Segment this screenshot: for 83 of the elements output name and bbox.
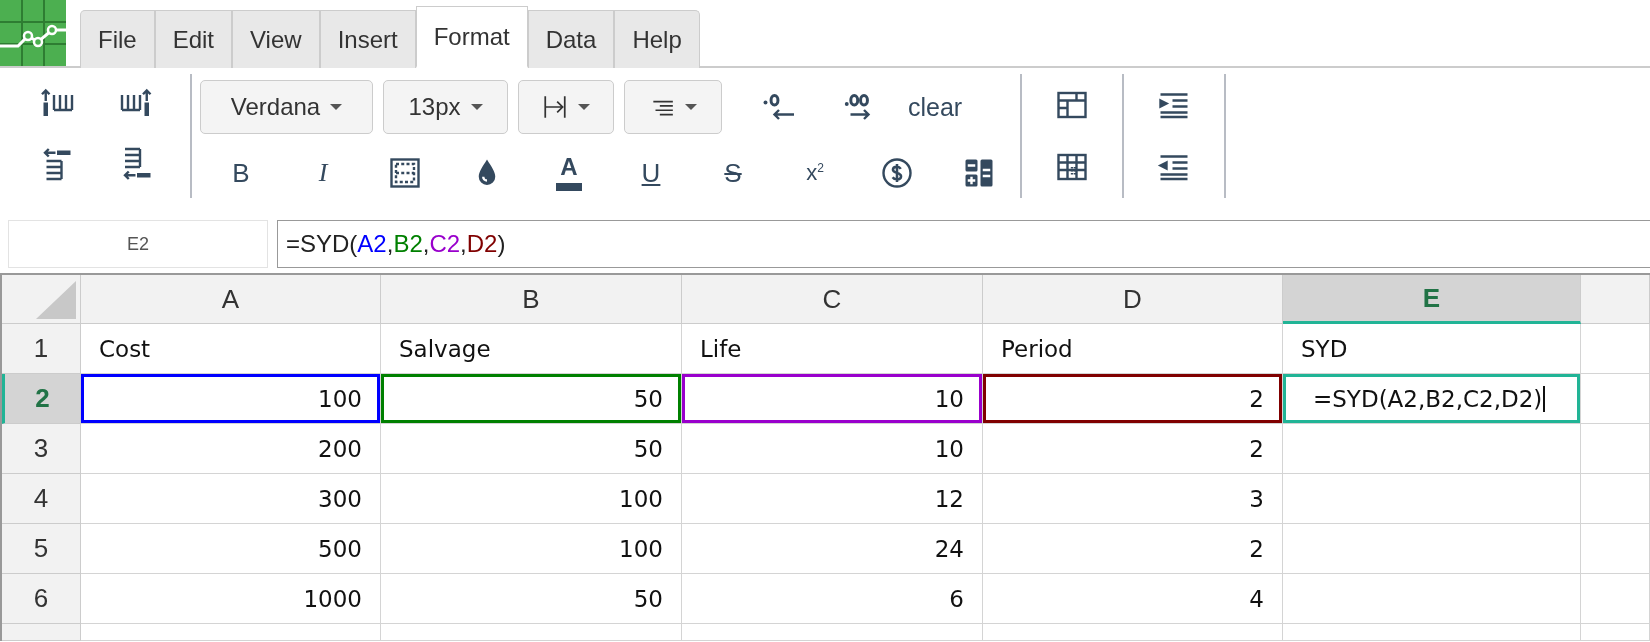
column-header[interactable]: C: [682, 275, 983, 324]
currency-icon[interactable]: [879, 155, 915, 191]
strikethrough-button[interactable]: S: [720, 160, 746, 186]
clear-button[interactable]: clear: [902, 92, 969, 122]
row-header[interactable]: 4: [2, 474, 81, 524]
table-cell[interactable]: [381, 624, 682, 641]
table-cell[interactable]: 50: [381, 424, 682, 474]
table-cell[interactable]: 12: [682, 474, 983, 524]
table-cell[interactable]: [1283, 624, 1581, 641]
italic-button[interactable]: I: [314, 160, 332, 186]
row-header[interactable]: 2: [2, 374, 81, 424]
table-cell[interactable]: [81, 624, 381, 641]
menu-tab[interactable]: Edit: [154, 10, 233, 68]
table-cell[interactable]: Period: [983, 324, 1283, 374]
underline-button[interactable]: U: [637, 160, 665, 186]
table-cell[interactable]: 10: [682, 424, 983, 474]
table-cell[interactable]: SYD: [1283, 324, 1581, 374]
menu-tab[interactable]: Data: [527, 10, 615, 68]
table-cell[interactable]: [1581, 324, 1650, 374]
column-header[interactable]: A: [81, 275, 381, 324]
align-dropdown[interactable]: [624, 80, 722, 134]
table-cell[interactable]: 200: [81, 424, 381, 474]
border-dropdown[interactable]: [518, 80, 614, 134]
table-cell[interactable]: 100: [381, 524, 682, 574]
table-cell[interactable]: Cost: [81, 324, 381, 374]
column-header[interactable]: D: [983, 275, 1283, 324]
menu-tab[interactable]: Insert: [319, 10, 416, 68]
row-header[interactable]: 6: [2, 574, 81, 624]
row-header[interactable]: [2, 624, 81, 641]
table-cell[interactable]: [1283, 424, 1581, 474]
formula-input[interactable]: =SYD(A2,B2,C2,D2): [277, 220, 1650, 268]
table-cell[interactable]: 50: [381, 374, 682, 424]
caret-icon: [330, 104, 343, 110]
menu-tab[interactable]: Format: [415, 6, 528, 68]
column-header[interactable]: [1581, 275, 1650, 324]
caret-icon: [470, 104, 483, 110]
table-cell[interactable]: 50: [381, 574, 682, 624]
table-cell[interactable]: [1581, 474, 1650, 524]
table-cell[interactable]: [1581, 374, 1650, 424]
table-cell[interactable]: 2: [983, 374, 1283, 424]
table-cell[interactable]: [1581, 424, 1650, 474]
caret-icon: [578, 104, 590, 110]
column-header[interactable]: E: [1283, 275, 1581, 324]
caret-icon: [685, 104, 697, 110]
table-cell[interactable]: 24: [682, 524, 983, 574]
table-cell[interactable]: 3: [983, 474, 1283, 524]
table-cell[interactable]: [682, 624, 983, 641]
bold-button[interactable]: B: [228, 160, 254, 186]
cell-name-box[interactable]: E2: [8, 220, 268, 268]
table-cell[interactable]: Life: [682, 324, 983, 374]
table-cell[interactable]: [1283, 474, 1581, 524]
table-cell[interactable]: [1581, 524, 1650, 574]
font-size-dropdown[interactable]: 13px: [383, 80, 508, 134]
table-cell[interactable]: 2: [983, 424, 1283, 474]
menu-tab[interactable]: Help: [614, 10, 700, 68]
menu-tab[interactable]: File: [80, 10, 155, 68]
table-cell[interactable]: =SYD(A2,B2,C2,D2): [1283, 374, 1581, 424]
border-style-icon[interactable]: [387, 155, 423, 191]
table-cell[interactable]: [1283, 574, 1581, 624]
font-family-dropdown[interactable]: Verdana: [200, 80, 373, 134]
border-icon: [542, 94, 568, 120]
row-header[interactable]: 1: [2, 324, 81, 374]
text-color-button[interactable]: A: [556, 155, 582, 191]
table-cell[interactable]: 2: [983, 524, 1283, 574]
column-header[interactable]: B: [381, 275, 682, 324]
superscript-button[interactable]: x$^{2}$: [802, 161, 828, 185]
row-header[interactable]: 5: [2, 524, 81, 574]
table-cell[interactable]: [1283, 524, 1581, 574]
table-cell[interactable]: 300: [81, 474, 381, 524]
table-cell[interactable]: [983, 624, 1283, 641]
table-cell[interactable]: [1581, 624, 1650, 641]
app-logo: [0, 0, 66, 66]
table-cell[interactable]: 1000: [81, 574, 381, 624]
table-cell[interactable]: 4: [983, 574, 1283, 624]
menu-tab[interactable]: View: [232, 10, 320, 68]
row-header[interactable]: 3: [2, 424, 81, 474]
table-cell[interactable]: Salvage: [381, 324, 682, 374]
table-cell[interactable]: 10: [682, 374, 983, 424]
table-cell[interactable]: 6: [682, 574, 983, 624]
table-cell[interactable]: 100: [81, 374, 381, 424]
table-cell[interactable]: [1581, 574, 1650, 624]
table-cell[interactable]: 500: [81, 524, 381, 574]
table-cell[interactable]: 100: [381, 474, 682, 524]
